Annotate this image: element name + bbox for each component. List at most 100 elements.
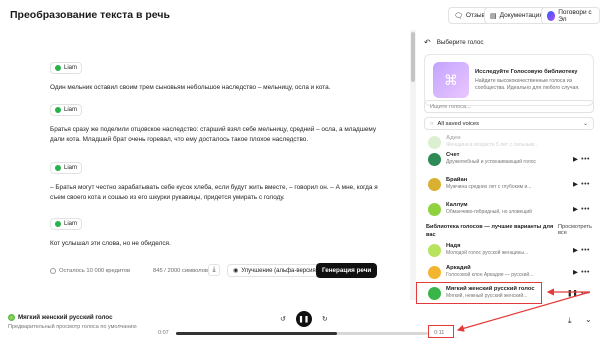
paragraph-block[interactable]: Liam Один мельник оставил своим трем сын… [50,58,380,93]
voice-avatar [428,177,441,191]
more-icon[interactable]: ••• [581,206,590,213]
more-icon[interactable]: ••• [581,269,590,276]
library-icon: ⌘ [433,62,469,98]
voice-name: Аркадий [446,265,471,272]
filter-label: All saved voices [437,120,480,127]
voice-name: Счет [446,152,460,159]
voice-dot-icon [55,65,61,71]
pause-icon[interactable]: ❚❚ [567,289,578,297]
voice-row[interactable]: Надя Молодой голос русской женщины... ▶ … [424,239,594,261]
download-icon: ⤓ [212,266,216,273]
filter-icon: ◌ [430,120,434,127]
document-icon: ▤ [490,12,497,20]
back-icon[interactable]: ↶ [424,38,431,47]
docs-label: Документация [499,12,543,19]
top-bar: Преобразование текста в речь 🗨 Отзывы ▤ … [0,0,600,30]
paragraph-text[interactable]: Братья сразу же поделили отцовское насле… [50,125,380,145]
avatar [547,10,556,21]
player-subtitle: Предварительный просмотр голоса по умолч… [8,324,137,330]
download-icon[interactable]: ⤓ [568,316,572,326]
voice-name: Надя [446,243,461,250]
paragraph-text[interactable]: Кот услышал эти слова, но не обиделся. [50,239,380,249]
download-button[interactable]: ⤓ [208,264,220,276]
voice-name: Брайан [446,177,468,184]
voice-row[interactable]: Аркадий Голосовой клон Аркадия — русский… [424,261,594,283]
voice-panel: ↶ Выберите голос ⌘ Исследуйте Голосовую … [418,30,600,300]
player-controls: ↺ ❚❚ ↻ [280,311,328,327]
play-icon[interactable]: ▶ [573,180,578,188]
paragraph-text[interactable]: Один мельник оставил своим трем сыновьям… [50,83,380,93]
voice-name: Каллум [446,202,468,209]
voice-library-promo[interactable]: ⌘ Исследуйте Голосовую библиотеку Найдит… [424,54,594,106]
chat-icon: 🗨 [454,12,463,20]
voice-desc: Обманчиво-гибридный, но зловещий [446,209,532,216]
voice-avatar [428,135,441,149]
speaker-chip[interactable]: Liam [50,218,83,230]
more-icon[interactable]: ••• [581,156,590,163]
voice-dot-icon [55,165,61,171]
pause-button[interactable]: ❚❚ [295,311,312,327]
scrollbar-thumb[interactable] [411,32,415,82]
forward-icon[interactable]: ↻ [322,315,328,323]
section-title: Библиотека голосов — лучшие варианты для… [426,224,554,238]
speaker-chip[interactable]: Liam [50,104,83,116]
docs-button[interactable]: ▤ Документация [484,7,549,24]
audio-player: Мягкий женский русский голос Предварител… [0,300,600,340]
voice-row[interactable]: Каллум Обманчиво-гибридный, но зловещий … [424,198,594,220]
voice-dot-icon [8,314,15,321]
speaker-label: Liam [64,221,78,227]
speaker-chip[interactable]: Liam [50,162,83,174]
voice-dot-icon [55,221,61,227]
generate-speech-button[interactable]: Генерация речи [316,263,378,278]
voice-filter-select[interactable]: ◌ All saved voices ⌄ [424,117,594,130]
panel-title: Выберите голос [436,38,484,46]
paragraph-text[interactable]: – Братья могут честно зарабатывать себе … [50,183,380,203]
voice-search-input[interactable]: Ищите голоса... [424,100,594,113]
enhance-toggle[interactable]: ◉ Улучшение (альфа-версия) [227,264,324,277]
time-total-highlight [428,325,454,338]
text-editor[interactable]: Liam Один мельник оставил своим трем сын… [0,30,410,292]
voice-name: Аден [446,135,461,142]
progress-track[interactable] [176,332,428,335]
toggle-icon: ◉ [233,268,239,274]
time-current: 0:07 [158,330,169,336]
view-all-link[interactable]: Просмотреть все [558,224,600,236]
voice-desc: Мужчина средних лет с глубоким и... [446,184,532,191]
voice-desc: Молодой голос русской женщины... [446,250,529,257]
page-title: Преобразование текста в речь [10,9,170,21]
voice-row[interactable]: Брайан Мужчина средних лет с глубоким и.… [424,173,594,195]
speaker-label: Liam [64,65,78,71]
more-icon[interactable]: ••• [581,247,590,254]
more-icon[interactable]: ••• [581,290,590,297]
voice-avatar [428,265,441,279]
talk-label: Поговори с Эл [558,8,592,23]
paragraph-block[interactable]: Liam Кот услышал эти слова, но не обидел… [50,214,380,249]
editor-scrollbar[interactable] [410,30,416,300]
voice-desc: Голосовой клон Аркадия — русский... [446,272,534,279]
panel-header: ↶ Выберите голос [424,36,483,48]
chevron-down-icon: ⌄ [582,121,588,127]
paragraph-block[interactable]: Liam Братья сразу же поделили отцовское … [50,100,380,145]
more-icon[interactable]: ••• [581,181,590,188]
voice-avatar [428,152,441,166]
close-icon[interactable]: ⌄ [585,315,592,324]
play-icon[interactable]: ▶ [573,205,578,213]
play-icon[interactable]: ▶ [573,155,578,163]
paragraph-block[interactable]: Liam – Братья могут честно зарабатывать … [50,158,380,203]
play-icon[interactable]: ▶ [573,268,578,276]
speaker-label: Liam [64,107,78,113]
play-icon[interactable]: ▶ [573,246,578,254]
rewind-icon[interactable]: ↺ [280,315,286,323]
enhance-label: Улучшение (альфа-версия) [241,267,318,274]
editor-footer: Осталось 10 000 кредитов 845 / 2000 симв… [50,263,380,278]
promo-desc: Найдите высококачественные голоса из соо… [475,77,580,91]
talk-button[interactable]: Поговори с Эл [541,7,600,24]
player-voice-name: Мягкий женский русский голос [18,314,113,321]
voice-dot-icon [55,107,61,113]
voice-avatar [428,243,441,257]
char-counter: 845 / 2000 символов [153,268,208,274]
voice-row[interactable]: Счет Дружелюбный и успокаивающий голос ▶… [424,148,594,170]
credits-info: Осталось 10 000 кредитов [50,268,130,274]
progress-fill [176,332,338,335]
speaker-chip[interactable]: Liam [50,62,83,74]
